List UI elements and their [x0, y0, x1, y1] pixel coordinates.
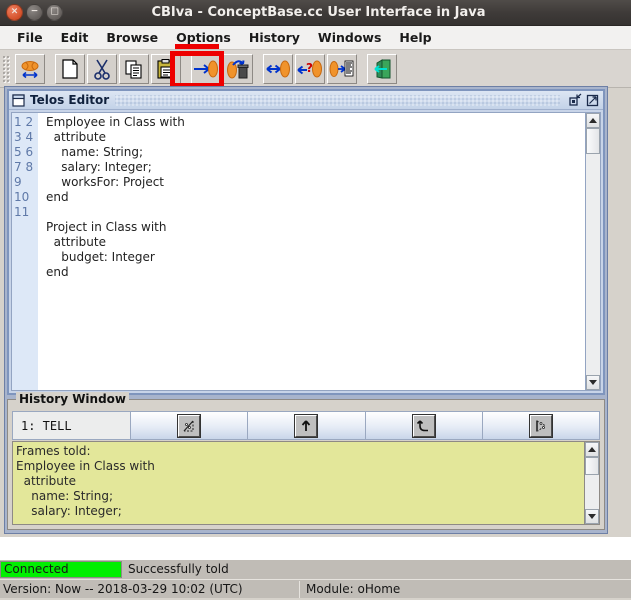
close-icon: × [11, 8, 19, 17]
graph-icon [181, 418, 197, 434]
db-to-text-icon [329, 58, 355, 80]
menu-windows[interactable]: Windows [309, 27, 391, 49]
telos-editor-title: Telos Editor [30, 93, 109, 107]
history-up-button[interactable] [248, 412, 365, 439]
scroll-thumb[interactable] [586, 128, 600, 154]
undo-arrow-icon [416, 418, 432, 434]
copy-button[interactable] [119, 54, 149, 84]
history-scroll-up-button[interactable] [585, 442, 599, 457]
up-arrow-icon [298, 418, 314, 434]
content-gap [0, 537, 631, 560]
history-output-area: Frames told: Employee in Class with attr… [12, 441, 600, 525]
question-db-icon: ? [297, 58, 323, 80]
window-titlebar: × − □ CBIva - ConceptBase.cc User Interf… [0, 0, 631, 26]
menu-file[interactable]: File [8, 27, 52, 49]
history-scroll-down-button[interactable] [585, 509, 599, 524]
history-replay-button[interactable] [483, 412, 599, 439]
minimize-icon: − [31, 8, 39, 17]
menu-help[interactable]: Help [390, 27, 440, 49]
maximize-icon [586, 93, 600, 107]
status-module: Module: oHome [300, 581, 631, 598]
arrow-into-db-icon [193, 58, 219, 80]
telos-editor-body: 1 2 3 4 5 6 7 8 9 10 11 Employee in Clas… [11, 112, 601, 391]
telos-editor-titlebar[interactable]: Telos Editor [9, 91, 603, 110]
history-graph-button[interactable] [131, 412, 248, 439]
graph-icon-box [178, 415, 200, 437]
menu-edit[interactable]: Edit [52, 27, 98, 49]
new-document-icon [60, 58, 80, 80]
titlebar-texture [115, 95, 560, 106]
exit-door-icon [371, 58, 393, 80]
barrel-resize-icon [19, 58, 41, 80]
resize-frames-button[interactable] [15, 54, 45, 84]
export-button[interactable] [327, 54, 357, 84]
clipboard-paste-icon [155, 58, 177, 80]
history-scroll-up-icon [588, 447, 596, 452]
window-minimize-button[interactable]: − [26, 4, 43, 21]
scroll-up-icon [589, 118, 597, 123]
replay-graph-icon-box [530, 415, 552, 437]
status-message: Successfully told [122, 561, 631, 578]
scroll-down-button[interactable] [586, 375, 600, 390]
window-icon [12, 94, 25, 107]
history-scroll-down-icon [588, 514, 596, 519]
history-toolbar: 1: TELL [12, 411, 600, 440]
scroll-track[interactable] [586, 154, 600, 375]
maximize-button[interactable] [585, 93, 600, 108]
editor-vertical-scrollbar[interactable] [585, 113, 600, 390]
history-output-text[interactable]: Frames told: Employee in Class with attr… [13, 442, 584, 524]
restore-down-button[interactable] [568, 93, 583, 108]
scissors-icon [92, 58, 112, 80]
menubar: File Edit Browse Options History Windows… [0, 26, 631, 50]
history-entry-label[interactable]: 1: TELL [13, 412, 131, 439]
exit-button[interactable] [367, 54, 397, 84]
history-undo-button[interactable] [366, 412, 483, 439]
toolbar: ? [0, 50, 631, 88]
replay-graph-icon [533, 418, 549, 434]
copy-icon [123, 58, 145, 80]
retell-button[interactable] [263, 54, 293, 84]
history-scroll-thumb[interactable] [585, 457, 599, 475]
tell-button[interactable] [191, 54, 221, 84]
history-window-legend: History Window [16, 392, 129, 406]
status-version: Version: Now -- 2018-03-29 10:02 (UTC) [0, 581, 300, 598]
editor-line-numbers: 1 2 3 4 5 6 7 8 9 10 11 [12, 113, 38, 390]
telos-editor-window: Telos Editor 1 2 3 4 5 6 7 8 9 10 11 Emp… [7, 89, 605, 395]
maximize-icon: □ [50, 8, 59, 17]
toolbar-drag-handle[interactable] [2, 55, 11, 83]
window-maximize-button[interactable]: □ [46, 4, 63, 21]
status-bar: Connected Successfully told Version: Now… [0, 560, 631, 598]
new-button[interactable] [55, 54, 85, 84]
undo-arrow-icon-box [413, 415, 435, 437]
ask-button[interactable]: ? [295, 54, 325, 84]
menu-browse[interactable]: Browse [97, 27, 167, 49]
restore-icon [569, 93, 583, 107]
cut-button[interactable] [87, 54, 117, 84]
scroll-up-button[interactable] [586, 113, 600, 128]
status-row-version: Version: Now -- 2018-03-29 10:02 (UTC) M… [0, 579, 631, 598]
menu-history[interactable]: History [240, 27, 309, 49]
paste-button[interactable] [151, 54, 181, 84]
double-arrow-db-icon [265, 58, 291, 80]
history-vertical-scrollbar[interactable] [584, 442, 599, 524]
svg-text:?: ? [306, 61, 313, 75]
up-arrow-icon-box [295, 415, 317, 437]
untell-button[interactable] [223, 54, 253, 84]
window-title: CBIva - ConceptBase.cc User Interface in… [66, 5, 631, 20]
scroll-down-icon [589, 380, 597, 385]
window-close-button[interactable]: × [6, 4, 23, 21]
status-badge: Connected [0, 561, 122, 578]
db-to-trash-icon [225, 58, 251, 80]
status-row-connection: Connected Successfully told [0, 560, 631, 579]
editor-text-area[interactable]: Employee in Class with attribute name: S… [38, 113, 585, 390]
options-menu-underline [175, 44, 219, 49]
history-scroll-track[interactable] [585, 475, 599, 509]
history-window-panel: History Window 1: TELL [7, 399, 605, 530]
